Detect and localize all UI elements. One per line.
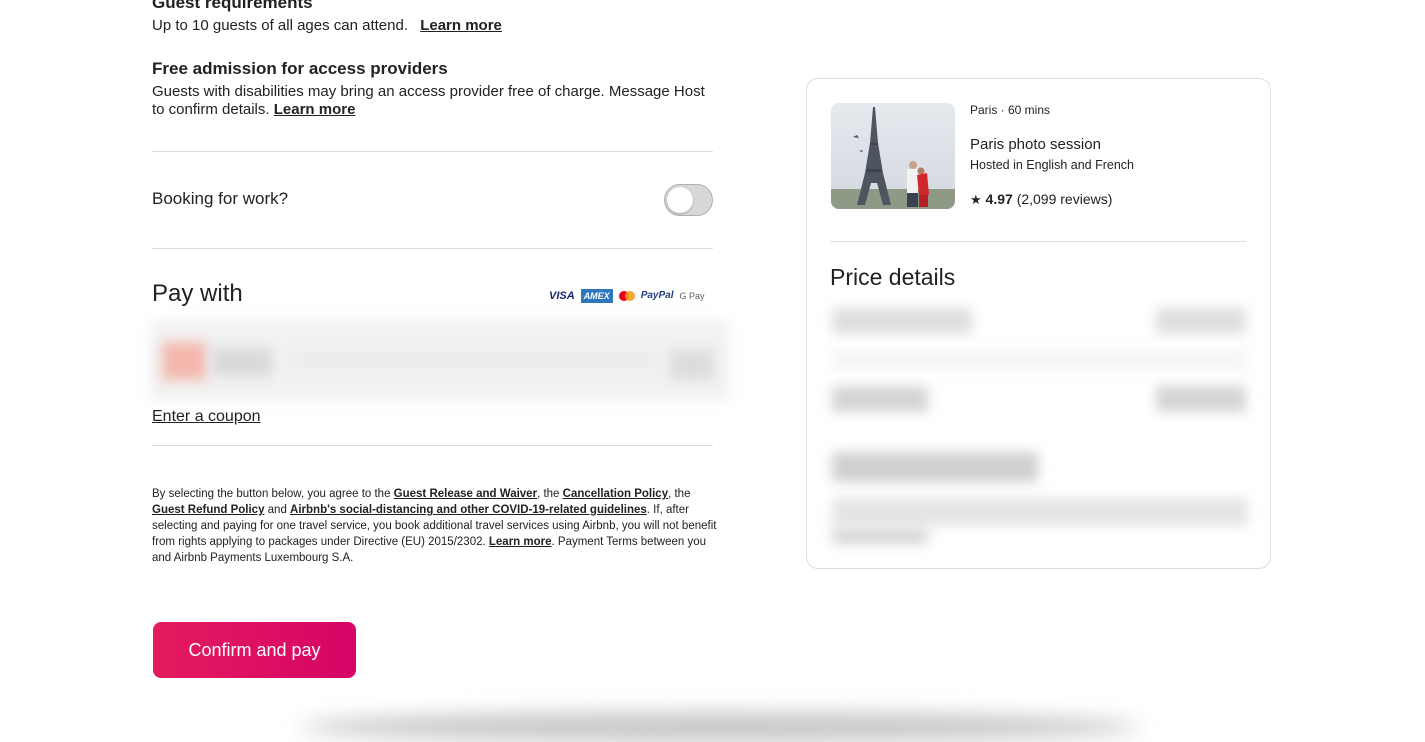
payment-card-logos: VISA AMEX PayPal G Pay bbox=[549, 289, 705, 303]
listing-rating: ★ 4.97 (2,099 reviews) bbox=[970, 191, 1112, 208]
legal-agreement-text: By selecting the button below, you agree… bbox=[152, 486, 717, 566]
guest-refund-policy-link[interactable]: Guest Refund Policy bbox=[152, 504, 264, 516]
booking-for-work-toggle[interactable] bbox=[664, 184, 713, 216]
divider bbox=[152, 445, 713, 446]
toggle-knob bbox=[667, 187, 693, 213]
star-icon: ★ bbox=[970, 192, 982, 207]
listing-hosted-languages: Hosted in English and French bbox=[970, 158, 1134, 172]
guest-learn-more-link[interactable]: Learn more bbox=[420, 17, 502, 34]
cancellation-policy-link[interactable]: Cancellation Policy bbox=[563, 488, 668, 500]
guest-requirements-text: Up to 10 guests of all ages can attend. … bbox=[152, 17, 502, 34]
access-learn-more-link[interactable]: Learn more bbox=[274, 101, 356, 118]
enter-coupon-link[interactable]: Enter a coupon bbox=[152, 408, 261, 426]
confirm-and-pay-button[interactable]: Confirm and pay bbox=[153, 622, 356, 678]
redacted-price-breakdown bbox=[826, 300, 1256, 552]
review-count: (2,099 reviews) bbox=[1016, 191, 1113, 207]
access-providers-heading: Free admission for access providers bbox=[152, 59, 448, 78]
booking-for-work-label: Booking for work? bbox=[152, 189, 289, 208]
amex-icon: AMEX bbox=[580, 289, 613, 303]
pay-with-title: Pay with bbox=[152, 280, 243, 307]
listing-title: Paris photo session bbox=[970, 136, 1101, 153]
legal-learn-more-link[interactable]: Learn more bbox=[489, 536, 552, 548]
price-details-title: Price details bbox=[830, 264, 956, 290]
guest-release-waiver-link[interactable]: Guest Release and Waiver bbox=[394, 488, 537, 500]
access-providers-body: Guests with disabilities may bring an ac… bbox=[152, 83, 705, 118]
divider bbox=[152, 151, 713, 152]
divider bbox=[830, 241, 1246, 242]
listing-meta: Paris · 60 mins bbox=[970, 103, 1051, 117]
legal-text: , the bbox=[537, 488, 563, 500]
paypal-icon: PayPal bbox=[640, 290, 674, 301]
payment-method-selector[interactable] bbox=[150, 320, 730, 402]
legal-text: By selecting the button below, you agree… bbox=[152, 488, 394, 500]
google-pay-icon: G Pay bbox=[679, 291, 705, 301]
divider bbox=[152, 248, 713, 249]
bottom-overlay-shadow bbox=[300, 712, 1140, 742]
guest-requirements-heading: Guest requirements bbox=[152, 0, 313, 12]
legal-text: , the bbox=[668, 488, 691, 500]
listing-thumbnail bbox=[831, 103, 955, 209]
rating-value: 4.97 bbox=[985, 191, 1013, 207]
access-providers-text: Guests with disabilities may bring an ac… bbox=[152, 83, 712, 119]
legal-text: and bbox=[264, 504, 291, 516]
covid-guidelines-link[interactable]: Airbnb's social-distancing and other COV… bbox=[290, 504, 647, 516]
guest-requirements-body: Up to 10 guests of all ages can attend. bbox=[152, 17, 409, 34]
visa-icon: VISA bbox=[549, 290, 575, 302]
mastercard-icon bbox=[618, 290, 635, 302]
